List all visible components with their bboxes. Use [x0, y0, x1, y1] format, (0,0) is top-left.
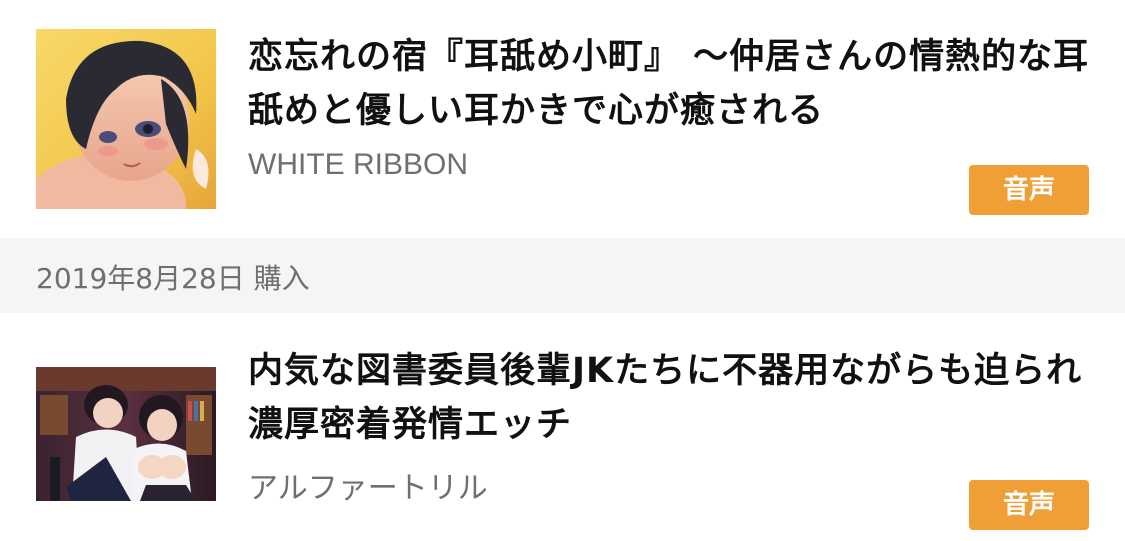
- thumbnail-image: [36, 29, 216, 209]
- maker-name[interactable]: アルファートリル: [248, 463, 488, 507]
- category-badge: 音声: [969, 480, 1089, 530]
- purchase-date-header: 2019年8月28日 購入: [0, 238, 1125, 313]
- purchase-item[interactable]: 内気な図書委員後輩JKたちに不器用ながらも迫られ濃厚密着発情エッチ アルファート…: [0, 313, 1125, 541]
- product-thumbnail[interactable]: [36, 29, 216, 209]
- product-title[interactable]: 内気な図書委員後輩JKたちに不器用ながらも迫られ濃厚密着発情エッチ: [248, 344, 1098, 452]
- purchase-date-label: 2019年8月28日 購入: [36, 262, 310, 295]
- category-badge: 音声: [969, 165, 1089, 215]
- product-title[interactable]: 恋忘れの宿『耳舐め小町』 〜仲居さんの情熱的な耳舐めと優しい耳かきで心が癒される: [248, 30, 1098, 138]
- maker-name[interactable]: WHITE RIBBON: [248, 148, 468, 182]
- product-thumbnail[interactable]: [36, 367, 216, 501]
- thumbnail-image: [36, 367, 216, 501]
- purchase-item[interactable]: 恋忘れの宿『耳舐め小町』 〜仲居さんの情熱的な耳舐めと優しい耳かきで心が癒される…: [0, 0, 1125, 238]
